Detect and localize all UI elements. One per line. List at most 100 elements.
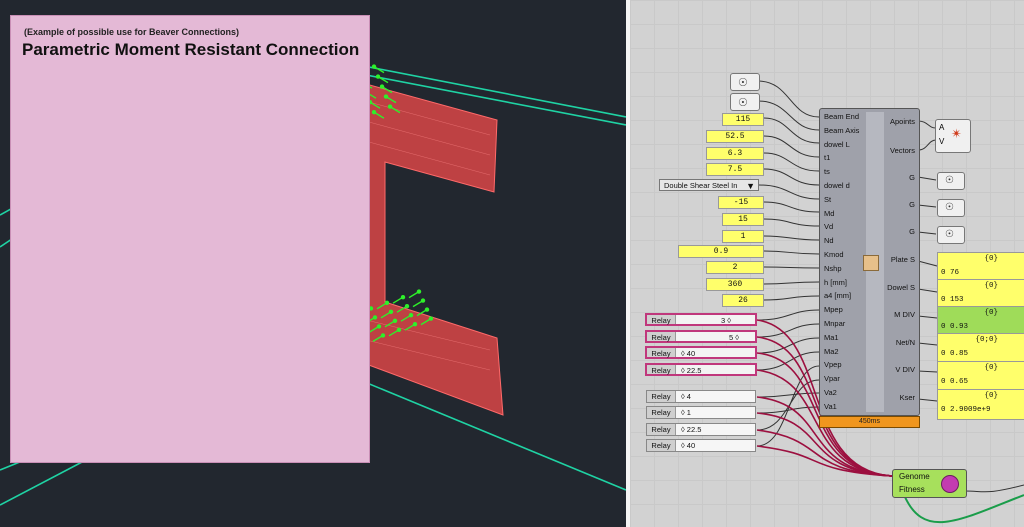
- output-panel-v-div[interactable]: {0} 0 0.65: [937, 361, 1024, 392]
- component-output-label[interactable]: V DIV: [895, 365, 915, 374]
- component-output-label[interactable]: M DIV: [894, 310, 915, 319]
- component-input-label[interactable]: Vpar: [824, 374, 840, 383]
- geometry-icon: ☉: [945, 229, 954, 240]
- component-input-label[interactable]: dowel d: [824, 181, 850, 190]
- geometry-output-3[interactable]: ☉: [937, 226, 965, 244]
- geometry-param-beam-axis[interactable]: ☉: [730, 93, 760, 111]
- vector-arrow-head: [387, 104, 393, 109]
- panel-nd[interactable]: 0.9: [678, 245, 764, 258]
- panel-header: {0}: [984, 392, 998, 400]
- component-input-label[interactable]: Vpep: [824, 360, 842, 369]
- panel-kmod[interactable]: 2: [706, 261, 764, 274]
- slider-vpep[interactable]: Relay ◊ 4: [646, 390, 756, 403]
- vector-arrow-head: [424, 307, 430, 312]
- component-input-label[interactable]: Va2: [824, 388, 837, 397]
- component-input-label[interactable]: Nd: [824, 236, 834, 245]
- panel-value: 0 153: [941, 296, 964, 304]
- panel-ts[interactable]: 6.3: [706, 147, 764, 160]
- value-list-selected: Double Shear Steel In: [664, 181, 738, 190]
- slider-mpep[interactable]: Relay 3 ◊: [645, 313, 757, 326]
- value-list-connection-type[interactable]: Double Shear Steel In ▼: [659, 179, 759, 191]
- output-panel-net-n[interactable]: {0;0} 0 0.85: [937, 333, 1024, 364]
- component-input-label[interactable]: Ma2: [824, 347, 839, 356]
- component-input-label[interactable]: Mnpar: [824, 319, 845, 328]
- component-output-label[interactable]: G: [909, 200, 915, 209]
- geometry-output-1[interactable]: ☉: [937, 172, 965, 190]
- slider-label: Relay: [647, 391, 676, 402]
- component-input-label[interactable]: t1: [824, 153, 830, 162]
- slider-va2[interactable]: Relay ◊ 22.5: [646, 423, 756, 436]
- component-output-label[interactable]: G: [909, 173, 915, 182]
- component-input-label[interactable]: Beam Axis: [824, 126, 859, 135]
- fitness-wire-green: [904, 494, 1024, 523]
- slider-mnpar[interactable]: Relay 5 ◊: [645, 330, 757, 343]
- genome-input-label: Genome: [899, 472, 930, 481]
- panel-header: {0}: [984, 364, 998, 372]
- component-input-label[interactable]: Va1: [824, 402, 837, 411]
- vector-arrow-head: [428, 316, 434, 321]
- shorter-icon[interactable]: [863, 255, 879, 271]
- component-input-label[interactable]: Beam End: [824, 112, 859, 121]
- slider-value: ◊ 22.5: [681, 366, 702, 375]
- component-input-label[interactable]: h [mm]: [824, 278, 847, 287]
- panel-h[interactable]: 360: [706, 278, 764, 291]
- panel-st[interactable]: -15: [718, 196, 764, 209]
- component-input-label[interactable]: Kmod: [824, 250, 844, 259]
- point-vector-param[interactable]: A V ✴: [935, 119, 971, 153]
- vector-arrow-head: [404, 304, 410, 309]
- group-title: Parametric Moment Resistant Connection: [22, 40, 360, 59]
- component-input-label[interactable]: ts: [824, 167, 830, 176]
- geometry-icon: ☉: [945, 202, 954, 213]
- vector-icon: ✴: [951, 126, 962, 141]
- galapagos-component[interactable]: Genome Fitness: [892, 469, 967, 498]
- component-input-label[interactable]: Mpep: [824, 305, 843, 314]
- component-input-label[interactable]: dowel L: [824, 140, 850, 149]
- component-output-label[interactable]: G: [909, 227, 915, 236]
- slider-vpar[interactable]: Relay ◊ 1: [646, 406, 756, 419]
- group-box[interactable]: [10, 15, 370, 463]
- panel-header: {0}: [984, 282, 998, 290]
- geometry-param-beam-end[interactable]: ☉: [730, 73, 760, 91]
- panel-md[interactable]: 15: [722, 213, 764, 226]
- component-output-label[interactable]: Apoints: [890, 117, 915, 126]
- panel-header: {0}: [984, 309, 998, 317]
- geometry-icon: ☉: [738, 97, 748, 109]
- component-output-label[interactable]: Kser: [900, 393, 915, 402]
- component-output-label[interactable]: Dowel S: [887, 283, 915, 292]
- geometry-icon: ☉: [738, 77, 748, 89]
- panel-vd[interactable]: 1: [722, 230, 764, 243]
- slider-label: Relay: [647, 348, 676, 358]
- component-output-label[interactable]: Vectors: [890, 146, 915, 155]
- fitness-input-label: Fitness: [899, 485, 925, 494]
- panel-dowel-l[interactable]: 115: [722, 113, 764, 126]
- panel-t1[interactable]: 52.5: [706, 130, 764, 143]
- component-input-label[interactable]: a4 [mm]: [824, 291, 851, 300]
- param-a-label: A: [939, 123, 945, 132]
- component-input-label[interactable]: Ma1: [824, 333, 839, 342]
- component-input-label[interactable]: Nshp: [824, 264, 842, 273]
- vector-arrow-head: [372, 315, 378, 320]
- panel-dowel-d[interactable]: 7.5: [706, 163, 764, 176]
- vector-arrow-head: [383, 94, 389, 99]
- slider-ma2[interactable]: Relay ◊ 22.5: [645, 363, 757, 376]
- component-input-label[interactable]: Vd: [824, 222, 833, 231]
- fitness-wire-out: [964, 484, 1024, 493]
- vector-arrow-head: [396, 327, 402, 332]
- component-input-label[interactable]: St: [824, 195, 831, 204]
- vector-arrow-head: [408, 313, 414, 318]
- component-input-label[interactable]: Md: [824, 209, 834, 218]
- panel-a4[interactable]: 26: [722, 294, 764, 307]
- geometry-icon: ☉: [945, 175, 954, 186]
- vector-arrow-head: [371, 110, 377, 115]
- slider-ma1[interactable]: Relay ◊ 40: [645, 346, 757, 359]
- output-panel-kser[interactable]: {0} 0 2.9009e+9: [937, 389, 1024, 420]
- slider-value: ◊ 22.5: [681, 425, 702, 434]
- slider-va1[interactable]: Relay ◊ 40: [646, 439, 756, 452]
- geometry-output-2[interactable]: ☉: [937, 199, 965, 217]
- dropdown-arrow-icon[interactable]: ▼: [746, 180, 755, 192]
- component-output-label[interactable]: Net/N: [896, 338, 915, 347]
- panel-value: 0 0.65: [941, 378, 969, 386]
- slider-label: Relay: [647, 424, 676, 435]
- component-output-label[interactable]: Plate S: [891, 255, 915, 264]
- panel-header: {0}: [984, 255, 998, 263]
